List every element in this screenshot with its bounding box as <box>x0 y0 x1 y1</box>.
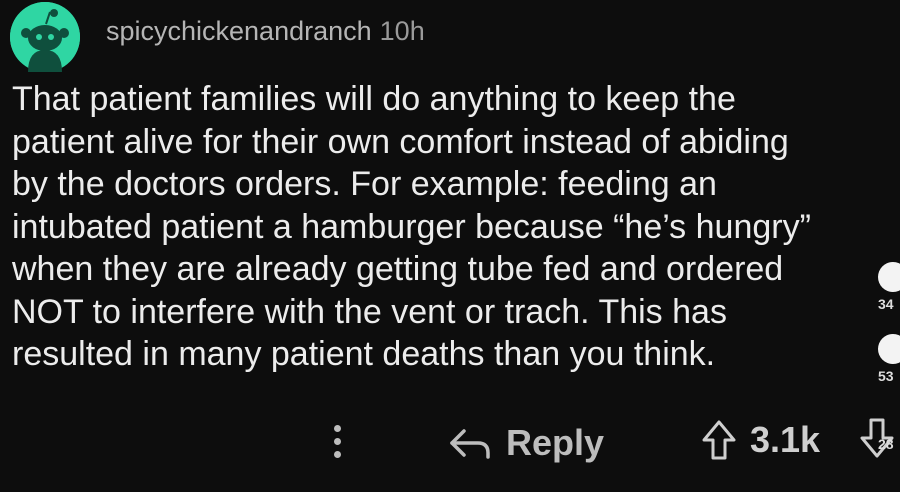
rail-share-count: 28 <box>878 436 894 452</box>
rail-comment[interactable]: 53 <box>878 334 900 384</box>
username[interactable]: spicychickenandranch <box>106 16 372 46</box>
avatar[interactable] <box>10 2 80 72</box>
vote-score: 3.1k <box>750 419 821 460</box>
upvote-arrow-icon <box>702 420 736 460</box>
comment-body: That patient families will do anything t… <box>12 80 811 373</box>
reply-button[interactable]: Reply <box>446 420 604 466</box>
rail-like-count: 34 <box>878 296 894 312</box>
heart-icon <box>878 262 900 292</box>
rail-like[interactable]: 34 <box>878 262 900 312</box>
rail-comment-count: 53 <box>878 368 894 384</box>
reddit-snoo-icon <box>10 2 80 72</box>
timestamp: 10h <box>379 16 425 46</box>
reply-arrow-icon <box>450 429 490 459</box>
rail-share[interactable]: 28 <box>878 432 894 452</box>
reply-label: Reply <box>506 422 605 463</box>
more-vertical-icon <box>334 425 341 432</box>
comment-bubble-icon <box>878 334 900 364</box>
comment-meta: spicychickenandranch 10h <box>106 16 425 47</box>
upvote-button[interactable]: 3.1k <box>700 418 820 462</box>
more-options-button[interactable] <box>333 425 343 465</box>
